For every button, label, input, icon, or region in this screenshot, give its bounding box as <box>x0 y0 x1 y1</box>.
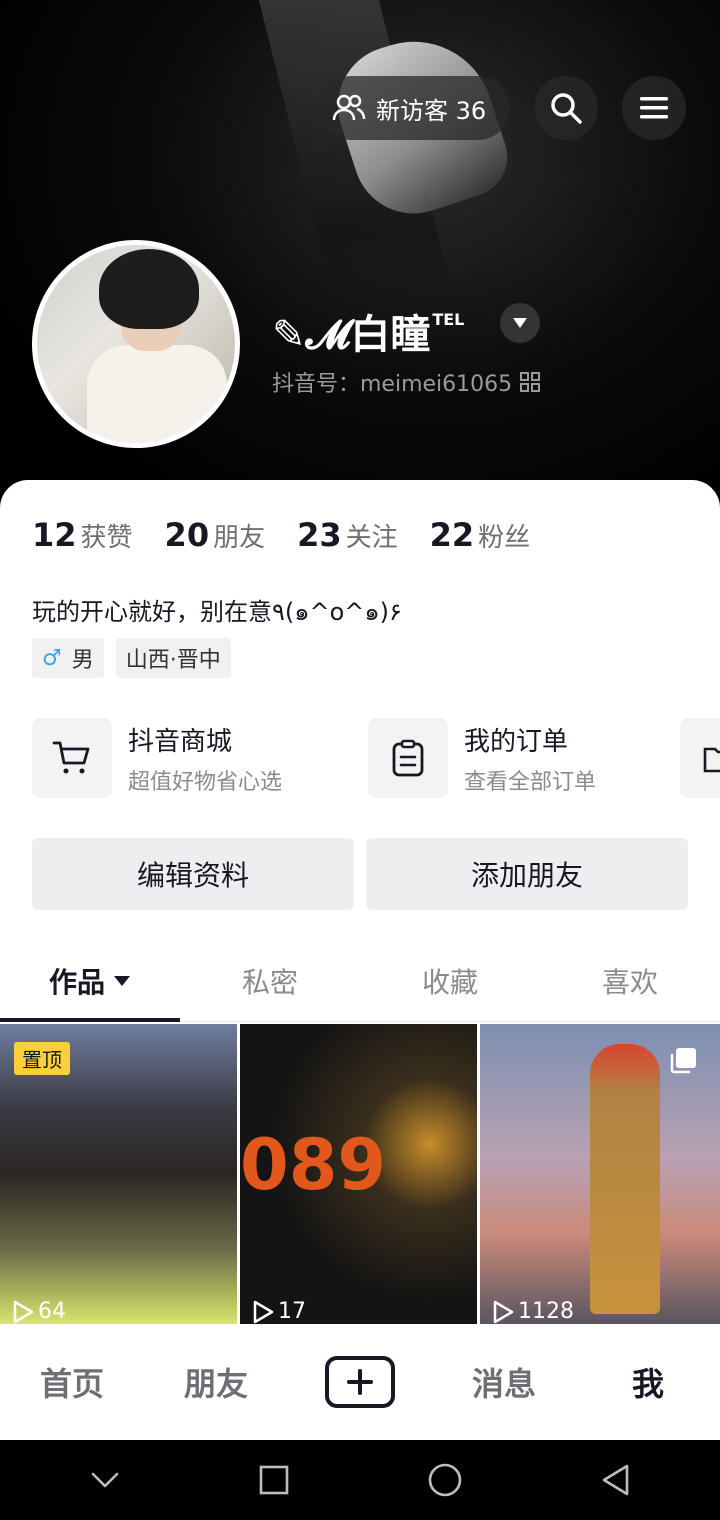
visitors-icon <box>332 94 366 121</box>
video-figure <box>590 1044 660 1314</box>
stats-row: 12 获赞 20 朋友 23 关注 22 粉丝 <box>32 516 562 554</box>
edit-profile-button[interactable]: 编辑资料 <box>32 838 354 910</box>
stat-number: 23 <box>297 516 342 554</box>
shortcut-text: 我的订单 查看全部订单 <box>464 721 596 796</box>
caret-down-icon <box>114 975 130 986</box>
action-buttons: 编辑资料 添加朋友 <box>32 838 700 910</box>
nickname-suffix: TEL <box>432 309 465 329</box>
shortcut-icon-box <box>368 718 448 798</box>
nav-create[interactable] <box>288 1356 432 1408</box>
shortcut-subtitle: 查看全部订单 <box>464 769 597 795</box>
nav-friends[interactable]: 朋友 <box>144 1359 288 1405</box>
account-switch-button[interactable] <box>500 303 540 343</box>
bio: 玩的开心就好，别在意٩(๑^o^๑)۶ <box>32 598 402 626</box>
shortcut-icon-box <box>32 718 112 798</box>
profile-sheet: 12 获赞 20 朋友 23 关注 22 粉丝 玩的开心就好，别在意٩(๑^o^… <box>0 480 720 1400</box>
tab-label: 作品 <box>48 965 105 999</box>
tab-favorites[interactable]: 收藏 <box>360 940 540 1021</box>
create-button[interactable] <box>325 1356 395 1408</box>
avatar[interactable] <box>32 240 240 448</box>
avatar-shirt <box>87 345 227 443</box>
system-nav-bar <box>0 1440 720 1520</box>
stat-following[interactable]: 23 关注 <box>297 516 398 554</box>
tab-works[interactable]: 作品 <box>0 940 180 1022</box>
shortcut-subtitle: 超值好物省心选 <box>128 769 283 795</box>
clipboard-icon <box>392 739 424 777</box>
douyin-id[interactable]: 抖音号：meimei61065 <box>272 366 541 398</box>
gender-label: 男 <box>71 648 94 673</box>
content-tabs: 作品 私密 收藏 喜欢 <box>0 940 720 1022</box>
folder-icon <box>703 747 720 773</box>
gender-tag: ♂ 男 <box>32 638 104 678</box>
shortcut-row: 抖音商城 超值好物省心选 我的订单 查看全部订单 <box>32 718 720 798</box>
multi-image-icon <box>670 1048 696 1074</box>
chevron-down-icon[interactable] <box>90 1470 120 1490</box>
play-count: 1128 <box>492 1299 574 1324</box>
new-visitors-button[interactable]: 新访客 36 <box>320 76 510 140</box>
play-icon <box>13 1300 34 1323</box>
nav-me[interactable]: 我 <box>576 1359 720 1405</box>
nav-messages[interactable]: 消息 <box>432 1359 576 1405</box>
search-button[interactable] <box>534 76 598 140</box>
profile-tags: ♂ 男 山西·晋中 <box>32 638 243 678</box>
tab-likes[interactable]: 喜欢 <box>540 940 720 1021</box>
stat-number: 20 <box>164 516 210 554</box>
shortcut-text: 抖音商城 超值好物省心选 <box>128 721 282 796</box>
pinned-badge: 置顶 <box>14 1042 70 1075</box>
video-overlay-text: 089 <box>240 1124 387 1206</box>
play-count: 64 <box>12 1299 66 1324</box>
recents-icon[interactable] <box>259 1465 289 1495</box>
cart-icon <box>52 741 90 774</box>
stat-likes[interactable]: 12 获赞 <box>32 516 133 554</box>
shortcut-orders[interactable]: 我的订单 查看全部订单 <box>368 718 596 798</box>
stat-label: 关注 <box>345 523 398 553</box>
play-icon <box>253 1300 274 1323</box>
shortcut-mall[interactable]: 抖音商城 超值好物省心选 <box>32 718 282 798</box>
location-tag: 山西·晋中 <box>115 638 231 678</box>
tab-private[interactable]: 私密 <box>180 940 360 1021</box>
qr-code-icon <box>520 372 541 392</box>
shortcut-more[interactable] <box>680 718 720 798</box>
male-icon: ♂ <box>42 645 62 671</box>
visitors-label: 新访客 36 <box>376 96 487 125</box>
search-icon <box>551 93 582 124</box>
stat-fans[interactable]: 22 粉丝 <box>430 516 531 554</box>
shortcut-icon-box <box>680 718 720 798</box>
stat-number: 22 <box>429 516 475 554</box>
video-grid: 置顶 64 089 17 1128 <box>0 1024 720 1324</box>
nickname-text: ✎𝓜白瞳 <box>272 312 431 358</box>
bottom-nav: 首页 朋友 消息 我 <box>0 1324 720 1440</box>
video-thumbnail[interactable]: 1128 <box>480 1024 720 1324</box>
stat-friends[interactable]: 20 朋友 <box>165 516 266 554</box>
play-count-value: 1128 <box>518 1299 574 1324</box>
add-friend-button[interactable]: 添加朋友 <box>366 838 688 910</box>
shortcut-title: 我的订单 <box>464 726 569 757</box>
play-count-value: 17 <box>278 1299 306 1324</box>
stat-label: 朋友 <box>213 523 266 553</box>
video-thumbnail[interactable]: 置顶 64 <box>0 1024 237 1324</box>
stat-label: 粉丝 <box>478 523 531 553</box>
shortcut-title: 抖音商城 <box>128 726 233 757</box>
back-triangle-icon[interactable] <box>601 1464 631 1496</box>
caret-down-icon <box>513 318 527 328</box>
stat-label: 获赞 <box>80 523 133 553</box>
avatar-hair <box>99 249 199 329</box>
nav-home[interactable]: 首页 <box>0 1359 144 1405</box>
play-icon <box>493 1300 514 1323</box>
video-thumbnail[interactable]: 089 17 <box>240 1024 477 1324</box>
play-count-value: 64 <box>38 1299 66 1324</box>
stat-number: 12 <box>32 516 77 554</box>
menu-button[interactable] <box>622 76 686 140</box>
nickname: ✎𝓜白瞳 TEL <box>272 302 464 360</box>
douyin-id-text: 抖音号：meimei61065 <box>272 372 513 397</box>
plus-icon <box>347 1369 373 1395</box>
play-count: 17 <box>252 1299 306 1324</box>
menu-icon <box>640 97 668 119</box>
home-circle-icon[interactable] <box>428 1463 462 1497</box>
